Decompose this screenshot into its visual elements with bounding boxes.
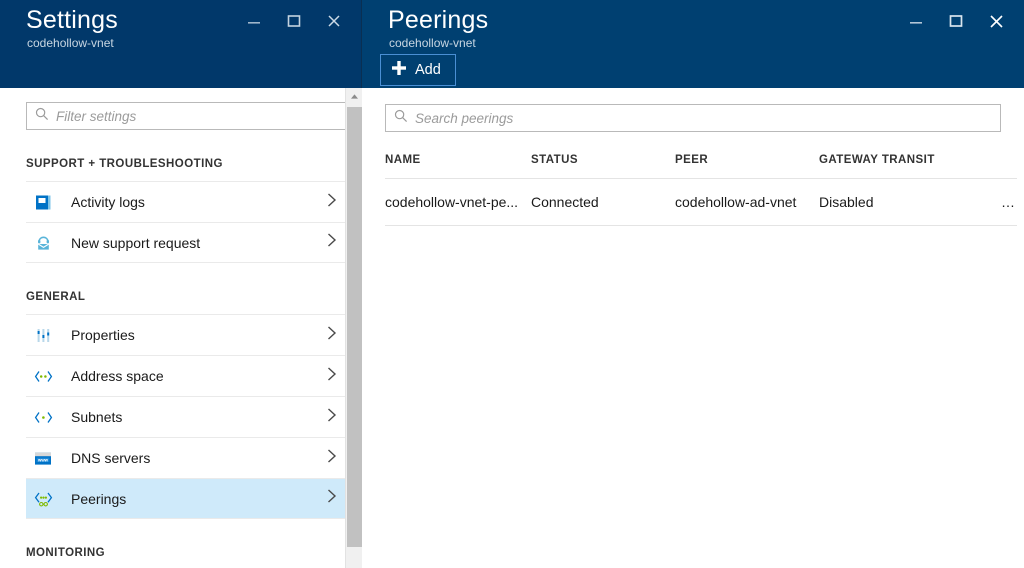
cell-name: codehollow-vnet-pe...	[385, 178, 531, 226]
chevron-right-icon	[326, 488, 346, 509]
chevron-right-icon	[326, 366, 346, 387]
peerings-titlebar: Peerings codehollow-vnet Add	[362, 0, 1024, 88]
peerings-table-head: NAME STATUS PEER GATEWAY TRANSIT	[385, 154, 1017, 179]
chevron-right-icon	[326, 192, 346, 213]
chevron-right-icon	[326, 325, 346, 346]
peerings-table-body: codehollow-vnet-pe... Connected codeholl…	[385, 178, 1017, 226]
chevron-right-icon	[326, 448, 346, 469]
maximize-button[interactable]	[936, 8, 976, 34]
sidebar-item-subnets[interactable]: Subnets	[26, 396, 346, 437]
chevron-right-icon	[326, 407, 346, 428]
sidebar-item-label: Subnets	[71, 409, 123, 425]
filter-settings-input[interactable]	[56, 108, 337, 124]
add-button[interactable]: Add	[380, 54, 456, 86]
search-icon	[35, 107, 49, 126]
settings-scrollbar[interactable]	[345, 88, 362, 568]
svg-text:www: www	[37, 457, 49, 462]
dns-www-icon: www	[30, 448, 56, 468]
sidebar-item-peerings[interactable]: Peerings	[26, 478, 346, 519]
peerings-content: NAME STATUS PEER GATEWAY TRANSIT codehol…	[362, 88, 1024, 568]
peerings-blade: Peerings codehollow-vnet Add Search peer…	[362, 0, 1024, 568]
sidebar-item-activity-logs[interactable]: Activity logs	[26, 181, 346, 222]
settings-group-general: GENERAL Properties Address space Subnets…	[26, 263, 346, 519]
minimize-button[interactable]	[234, 8, 274, 34]
sidebar-item-label: DNS servers	[71, 450, 151, 466]
page-title: Settings	[26, 6, 118, 34]
close-button[interactable]	[976, 8, 1016, 34]
peerings-window-controls	[896, 8, 1016, 34]
cell-peer: codehollow-ad-vnet	[675, 178, 819, 226]
settings-group-monitoring: MONITORING	[26, 519, 346, 568]
peerings-command-bar: Add	[380, 54, 456, 86]
sidebar-item-label: New support request	[71, 234, 201, 251]
plus-icon	[391, 60, 407, 81]
settings-window-controls	[234, 8, 354, 34]
support-headset-icon	[30, 233, 56, 253]
search-peerings-input[interactable]	[415, 110, 992, 126]
settings-blade: Settings codehollow-vnet Filter settings…	[0, 0, 362, 568]
add-button-label: Add	[415, 62, 441, 78]
column-header-peer[interactable]: PEER	[675, 154, 819, 179]
section-header-general: GENERAL	[26, 291, 86, 303]
filter-settings-box[interactable]	[26, 102, 346, 130]
activity-log-book-icon	[30, 192, 56, 212]
sidebar-item-new-support-request[interactable]: New support request	[26, 222, 346, 263]
scrollbar-thumb[interactable]	[347, 107, 362, 547]
settings-list: SUPPORT + TROUBLESHOOTING Activity logs	[0, 130, 362, 568]
page-subtitle: codehollow-vnet	[27, 36, 114, 50]
peerings-page-subtitle: codehollow-vnet	[389, 36, 476, 50]
cell-status: Connected	[531, 178, 675, 226]
column-header-status[interactable]: STATUS	[531, 154, 675, 179]
address-space-icon	[30, 366, 56, 386]
section-header-monitoring: MONITORING	[26, 547, 106, 559]
subnets-icon	[30, 407, 56, 427]
peerings-icon	[30, 489, 56, 509]
column-header-name[interactable]: NAME	[385, 154, 531, 179]
sidebar-item-label: Peerings	[71, 490, 127, 507]
settings-group-support: SUPPORT + TROUBLESHOOTING Activity logs	[26, 130, 346, 263]
sidebar-item-address-space[interactable]: Address space	[26, 355, 346, 396]
table-row[interactable]: codehollow-vnet-pe... Connected codeholl…	[385, 178, 1017, 226]
peerings-page-title: Peerings	[388, 6, 489, 34]
search-peerings-box[interactable]	[385, 104, 1001, 132]
search-icon	[394, 109, 408, 128]
sidebar-item-label: Properties	[71, 327, 135, 343]
table-header-row: NAME STATUS PEER GATEWAY TRANSIT	[385, 154, 1017, 179]
sliders-icon	[30, 325, 56, 345]
cell-gateway-transit: Disabled	[819, 178, 969, 226]
peerings-table: NAME STATUS PEER GATEWAY TRANSIT codehol…	[385, 154, 1017, 226]
sidebar-item-label: Address space	[71, 368, 164, 384]
sidebar-item-properties[interactable]: Properties	[26, 314, 346, 355]
sidebar-item-label: Activity logs	[71, 194, 145, 210]
sidebar-item-dns-servers[interactable]: www DNS servers	[26, 437, 346, 478]
filter-settings-wrap	[0, 88, 362, 130]
close-button[interactable]	[314, 8, 354, 34]
column-header-gateway-transit[interactable]: GATEWAY TRANSIT	[819, 154, 969, 179]
column-header-actions	[969, 154, 1017, 179]
minimize-button[interactable]	[896, 8, 936, 34]
azure-portal-blades: Settings codehollow-vnet Filter settings…	[0, 0, 1024, 568]
chevron-right-icon	[326, 232, 346, 253]
section-header-support: SUPPORT + TROUBLESHOOTING	[26, 158, 223, 170]
row-context-menu-button[interactable]: …	[969, 178, 1017, 226]
chevron-up-icon[interactable]	[346, 88, 362, 105]
settings-titlebar: Settings codehollow-vnet	[0, 0, 362, 88]
maximize-button[interactable]	[274, 8, 314, 34]
